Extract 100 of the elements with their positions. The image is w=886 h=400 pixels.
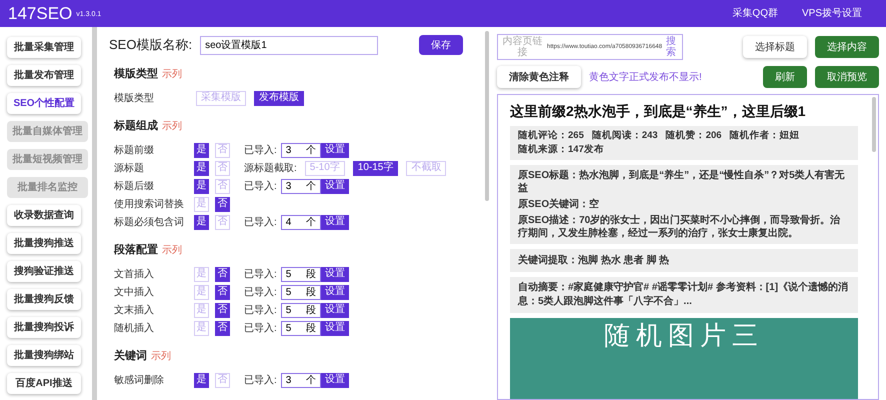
header-link[interactable]: 采集QQ群 xyxy=(732,6,778,21)
set-button[interactable]: 设置 xyxy=(320,372,349,388)
import-label: 已导入: xyxy=(244,322,277,336)
row-label: 文末插入 xyxy=(114,304,155,318)
count-value: 5 xyxy=(286,268,292,282)
info-text: 原SEO关键词：空 xyxy=(518,198,600,211)
action-button[interactable]: 选择标题 xyxy=(743,36,807,58)
row-label: 敏感词删除 xyxy=(114,374,165,388)
count-field[interactable]: 5 段 xyxy=(280,266,321,282)
count-field[interactable]: 3 个 xyxy=(280,178,321,194)
section-title: 段落配置 xyxy=(114,242,158,258)
unit-label: 段 xyxy=(306,322,316,336)
row-label: 文首插入 xyxy=(114,268,155,282)
unit-label: 段 xyxy=(306,268,316,282)
template-name-label: SEO模版名称: xyxy=(109,36,192,54)
action-button[interactable]: 刷新 xyxy=(763,66,807,88)
count-value: 5 xyxy=(286,322,292,336)
import-label: 已导入: xyxy=(244,180,277,194)
scrollbar[interactable] xyxy=(484,31,488,201)
sidebar-item[interactable]: 批量发布管理 xyxy=(7,65,81,86)
option-button[interactable]: 10-15字 xyxy=(352,160,398,176)
row-label: 模版类型 xyxy=(114,92,155,106)
stat-text: 随机评论：265 xyxy=(518,128,584,142)
info-text: 原SEO描述：70岁的张女士，因出门买菜时不小心摔倒，而导致骨折。治疗期间，又发生肺栓塞，经过一系列的治疗，张女士康复出院。 xyxy=(518,214,842,240)
image-caption: 随机图片三 xyxy=(604,322,764,348)
template-name-field[interactable]: seo设置模版1 xyxy=(200,36,378,54)
count-value: 4 xyxy=(286,216,292,230)
row-label: 文中插入 xyxy=(114,286,155,300)
unit-label: 个 xyxy=(306,374,316,388)
option-button[interactable]: 是 xyxy=(194,142,209,158)
set-button[interactable]: 设置 xyxy=(320,214,349,230)
option-button[interactable]: 否 xyxy=(215,302,230,318)
unit-label: 段 xyxy=(306,304,316,318)
option-button[interactable]: 否 xyxy=(215,284,230,300)
count-value: 5 xyxy=(286,286,292,300)
set-button[interactable]: 设置 xyxy=(320,320,349,336)
count-value: 3 xyxy=(286,144,292,158)
save-button[interactable]: 保存 xyxy=(419,35,463,55)
count-field[interactable]: 5 段 xyxy=(280,302,321,318)
option-button[interactable]: 是 xyxy=(194,160,209,176)
option-button[interactable]: 发布模版 xyxy=(254,90,304,106)
clear-button[interactable]: 清除黄色注释 xyxy=(497,66,581,88)
unit-label: 个 xyxy=(306,216,316,230)
sidebar-item[interactable]: 批量搜狗反馈 xyxy=(7,289,81,310)
sidebar-item[interactable]: 百度API推送 xyxy=(7,373,81,394)
option-button[interactable]: 否 xyxy=(215,320,230,336)
search-button[interactable]: 搜索 xyxy=(666,36,676,58)
import-label: 已导入: xyxy=(244,374,277,388)
notice-text: 黄色文字正式发布不显示! xyxy=(589,70,702,84)
section-title: 关键词 xyxy=(114,348,147,364)
row-label: 随机插入 xyxy=(114,322,155,336)
sidebar-item[interactable]: 收录数据查询 xyxy=(7,205,81,226)
sidebar-item[interactable]: 批量搜狗推送 xyxy=(7,233,81,254)
count-field[interactable]: 5 段 xyxy=(280,284,321,300)
stat-text: 随机赞：206 xyxy=(666,128,722,142)
count-field[interactable]: 4 个 xyxy=(280,214,321,230)
row-label: 标题必须包含词 xyxy=(114,216,185,230)
option-button[interactable]: 是 xyxy=(194,178,209,194)
sidebar-item[interactable]: SEO个性配置 xyxy=(7,93,81,114)
sidebar-item[interactable]: 搜狗验证推送 xyxy=(7,261,81,282)
count-value: 5 xyxy=(286,304,292,318)
set-button[interactable]: 设置 xyxy=(320,284,349,300)
import-label: 已导入: xyxy=(244,216,277,230)
section-title: 标题组成 xyxy=(114,118,158,134)
set-button[interactable]: 设置 xyxy=(320,266,349,282)
set-button[interactable]: 设置 xyxy=(320,302,349,318)
stat-text: 随机来源：147发布 xyxy=(518,142,604,157)
set-button[interactable]: 设置 xyxy=(320,142,349,158)
sidebar-item[interactable]: 批量采集管理 xyxy=(7,37,81,58)
count-field[interactable]: 5 段 xyxy=(280,320,321,336)
import-label: 已导入: xyxy=(244,286,277,300)
article-title: 这里前缀2热水泡手，到底是“养生”，这里后缀1 xyxy=(510,103,807,120)
stat-text: 随机阅读：243 xyxy=(592,128,658,142)
count-value: 3 xyxy=(286,180,292,194)
row-label: 使用搜索词替换 xyxy=(114,198,185,212)
option-button[interactable]: 是 xyxy=(194,214,209,230)
row-label: 标题前缀 xyxy=(114,144,155,158)
unit-label: 个 xyxy=(306,180,316,194)
option-button[interactable]: 否 xyxy=(215,266,230,282)
sidebar-item[interactable]: 批量搜狗绑站 xyxy=(7,345,81,366)
unit-label: 段 xyxy=(306,286,316,300)
option-button[interactable]: 否 xyxy=(215,196,230,212)
row-label: 标题后缀 xyxy=(114,180,155,194)
set-button[interactable]: 设置 xyxy=(320,178,349,194)
action-button[interactable]: 取消预览 xyxy=(815,66,879,88)
import-label: 已导入: xyxy=(244,304,277,318)
stat-text: 随机作者：妞妞 xyxy=(730,128,800,142)
row-label: 源标题 xyxy=(114,162,145,176)
count-field[interactable]: 3 个 xyxy=(280,142,321,158)
sidebar-item[interactable]: 批量搜狗投诉 xyxy=(7,317,81,338)
keyword-text: 关键词提取：泡脚 热水 患者 脚 热 xyxy=(518,254,670,268)
count-field[interactable]: 3 个 xyxy=(280,372,321,388)
option-button[interactable]: 是 xyxy=(194,372,209,388)
import-label: 已导入: xyxy=(244,144,277,158)
header-link[interactable]: VPS拨号设置 xyxy=(802,6,862,21)
cut-label: 源标题截取: xyxy=(244,162,297,176)
scrollbar[interactable] xyxy=(872,97,876,152)
import-label: 已导入: xyxy=(244,268,277,282)
action-button[interactable]: 选择内容 xyxy=(815,36,879,58)
app-logo: 147SEO xyxy=(8,2,72,25)
